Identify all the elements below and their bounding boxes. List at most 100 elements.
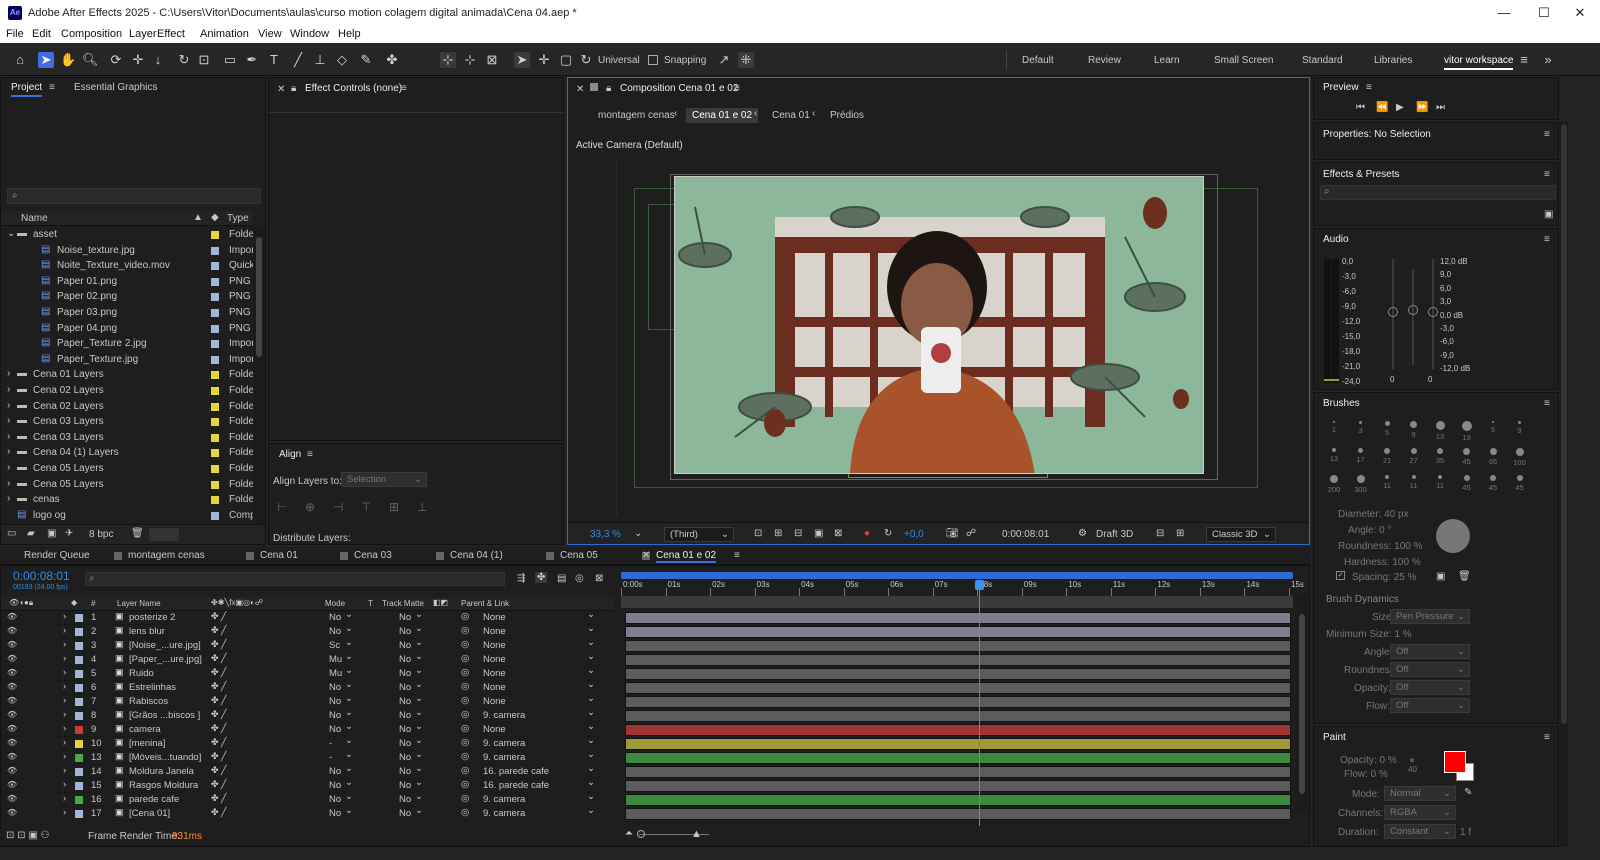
label-swatch[interactable] — [211, 324, 219, 333]
switches-icon[interactable]: ✤ ╱ — [211, 653, 226, 664]
hand-tool-icon[interactable]: ✋ — [60, 52, 76, 68]
table-row[interactable]: 👁︎ › 17 ▣ [Cena 01] ✤ ╱ No ⌄ No ⌄ ◎ 9. camera ⌄ — [1, 805, 613, 821]
eyedropper-icon[interactable]: ✎ — [1464, 787, 1472, 798]
eye-icon[interactable]: 👁︎ — [7, 668, 17, 677]
chevron-down-icon[interactable]: ⌄ — [345, 763, 353, 774]
col-layer-name[interactable]: Layer Name — [117, 599, 161, 608]
brush-preset[interactable]: 1 — [1322, 421, 1346, 434]
brush-preset[interactable]: 5 — [1375, 421, 1399, 437]
panel-menu-icon[interactable]: ≡ — [1544, 398, 1550, 409]
trash-icon[interactable]: 🗑︎ — [131, 528, 144, 539]
chevron-down-icon[interactable]: ⌄ — [587, 651, 595, 662]
disclosure-icon[interactable]: › — [7, 493, 10, 504]
snap-grid-icon[interactable]: ⁜ — [738, 52, 754, 68]
label-icon[interactable]: ◆ — [211, 212, 219, 223]
label-swatch[interactable] — [75, 810, 83, 818]
chevron-down-icon[interactable]: ⌄ — [415, 665, 423, 676]
sort-icon[interactable]: ▲ — [193, 212, 203, 223]
project-item[interactable]: ▤ Paper_Texture 2.jpg Impor — [1, 336, 253, 352]
menu-edit[interactable]: Edit — [32, 28, 51, 40]
breadcrumb-item[interactable]: montagem cenas — [592, 108, 681, 123]
tab-composition[interactable]: Composition Cena 01 e 02 — [620, 83, 738, 94]
disclosure-icon[interactable]: › — [7, 462, 10, 473]
pen-tool-icon[interactable]: ✒ — [244, 52, 260, 68]
eye-icon[interactable]: 👁︎ — [7, 752, 17, 761]
align-hcenter-icon[interactable]: ⊕ — [305, 500, 315, 514]
chevron-down-icon[interactable]: ⌄ — [415, 749, 423, 760]
label-swatch[interactable] — [75, 712, 83, 720]
disclosure-icon[interactable]: › — [7, 431, 10, 442]
chevron-down-icon[interactable]: ⌄ — [587, 749, 595, 760]
disclosure-icon[interactable]: ⌄ — [7, 228, 15, 239]
audio-slider-knob[interactable] — [1388, 307, 1398, 317]
chevron-down-icon[interactable]: ⌄ — [587, 777, 595, 788]
label-swatch[interactable] — [75, 628, 83, 636]
disclosure-icon[interactable]: › — [63, 793, 66, 804]
table-row[interactable]: 👁︎ › 13 ▣ [Móveis...tuando] ✤ ╱ - ⌄ No ⌄ ◎ 9. camer… — [1, 749, 613, 765]
parent-value[interactable]: None — [483, 640, 506, 651]
expand-icon[interactable]: » — [1540, 52, 1556, 68]
brush-preset[interactable]: 35 — [1428, 448, 1452, 465]
text-tool-icon[interactable]: T — [266, 52, 282, 68]
tab-6[interactable]: Cena 01 e 02 — [656, 550, 717, 563]
tab-0[interactable]: Render Queue — [24, 550, 90, 561]
puppet-tool-icon[interactable]: ✤ — [384, 52, 400, 68]
brush-preset[interactable]: 17 — [1349, 448, 1373, 464]
disclosure-icon[interactable]: › — [7, 384, 10, 395]
spacing-checkbox[interactable]: ✓ — [1336, 571, 1345, 580]
label-swatch[interactable] — [211, 402, 219, 411]
menu-help[interactable]: Help — [338, 28, 361, 40]
project-item[interactable]: ▤ Paper 02.png PNG f — [1, 289, 253, 305]
angle-dropdown[interactable]: Off ⌄ — [1390, 644, 1470, 659]
label-swatch[interactable] — [75, 796, 83, 804]
label-swatch[interactable] — [75, 684, 83, 692]
label-swatch[interactable] — [75, 670, 83, 678]
chevron-down-icon[interactable]: ⌄ — [587, 637, 595, 648]
project-item[interactable]: ▤ Paper 03.png PNG f — [1, 305, 253, 321]
label-swatch[interactable] — [75, 642, 83, 650]
chevron-down-icon[interactable]: ⌄ — [587, 707, 595, 718]
workspace-6[interactable]: vitor workspace — [1444, 55, 1514, 70]
maximize-button[interactable]: ☐ — [1524, 4, 1564, 22]
pickwhip-icon[interactable]: ◎ — [461, 709, 469, 720]
lock-icon[interactable]: 🔒︎ — [291, 83, 296, 94]
layer-bar[interactable] — [625, 808, 1291, 820]
workspace-menu-icon[interactable]: ≡ — [1516, 52, 1532, 68]
draft3d-label[interactable]: Draft 3D — [1096, 529, 1133, 540]
eye-icon[interactable]: 👁︎ — [7, 724, 17, 733]
track-matte[interactable]: No — [399, 696, 411, 707]
brush-preset[interactable]: 45 — [1508, 475, 1532, 492]
track-matte[interactable]: No — [399, 640, 411, 651]
brush-preset[interactable]: 13 — [1428, 421, 1452, 441]
label-swatch[interactable] — [75, 754, 83, 762]
opacity-dropdown[interactable]: Off ⌄ — [1390, 680, 1470, 695]
chevron-down-icon[interactable]: ⌄ — [587, 763, 595, 774]
tab-effect-controls[interactable]: Effect Controls (none) — [305, 83, 402, 94]
chevron-down-icon[interactable]: ⌄ — [587, 721, 595, 732]
layer-mode[interactable]: No — [329, 808, 341, 819]
brush-preset[interactable]: 45 — [1455, 448, 1479, 466]
status-icons[interactable]: ⊡ ⊡ ▣ ⚇ — [6, 830, 50, 841]
align-bottom-icon[interactable]: ⊥ — [417, 500, 427, 514]
chevron-down-icon[interactable]: ⌄ — [345, 637, 353, 648]
zoom-dropdown-icon[interactable]: ⌄ — [634, 528, 642, 539]
brush-preset[interactable]: 19 — [1455, 421, 1479, 442]
time-ruler[interactable]: 0:00s 01s 02s 03s 04s 05s 06s 07s 08s 09s 10s 11s 12… — [621, 580, 1304, 596]
disclosure-icon[interactable]: › — [7, 368, 10, 379]
timeline-zoom[interactable]: ⏶ ▲ — [621, 828, 741, 842]
orbit-tool-icon[interactable]: ⟳ — [108, 52, 124, 68]
brush-preset[interactable]: 27 — [1402, 448, 1426, 465]
tab-2[interactable]: Cena 01 — [260, 550, 298, 561]
project-item[interactable]: ⌄▬ asset Folder — [1, 227, 253, 243]
tab-3[interactable]: Cena 03 — [354, 550, 392, 561]
eye-icon[interactable]: 👁︎ — [7, 766, 17, 775]
align-left-icon[interactable]: ⊢ — [277, 500, 287, 514]
clone-tool-icon[interactable]: ⊥ — [312, 52, 328, 68]
layer-mode[interactable]: No — [329, 612, 341, 623]
label-swatch[interactable] — [75, 740, 83, 748]
brush-preset[interactable]: 45 — [1455, 475, 1479, 492]
chevron-down-icon[interactable]: ⌄ — [415, 623, 423, 634]
label-swatch[interactable] — [211, 496, 219, 505]
track-matte[interactable]: No — [399, 738, 411, 749]
comp-viewer[interactable] — [674, 176, 1204, 474]
